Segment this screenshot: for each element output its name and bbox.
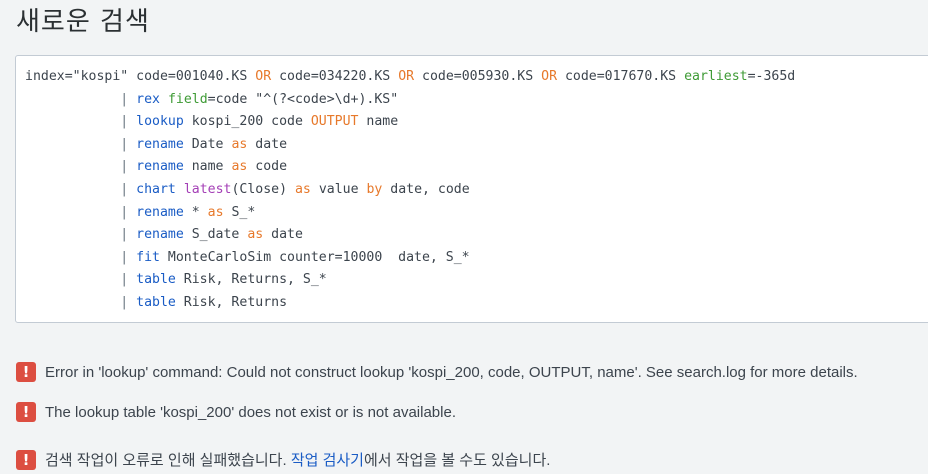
query-text: value <box>310 181 367 197</box>
query-text: Risk, Returns <box>175 294 288 310</box>
query-operator: OUTPUT <box>310 114 359 130</box>
query-text: code=017670.KS <box>557 69 685 84</box>
query-line: | rename name as code <box>25 156 928 179</box>
query-text: kospi_200 code <box>183 114 311 130</box>
query-line: | chart latest(Close) as value by date, … <box>25 179 928 202</box>
query-argument: earliest <box>684 69 748 84</box>
search-query-editor[interactable]: index="kospi" code=001040.KS OR code=034… <box>15 55 928 323</box>
query-pipe: | <box>25 91 137 107</box>
query-line: | table Risk, Returns, S_* <box>25 269 928 292</box>
error-message-search-failed: ! 검색 작업이 오류로 인해 실패했습니다. 작업 검사기에서 작업을 볼 수… <box>16 449 550 470</box>
query-text: S_date <box>183 227 248 243</box>
error-icon: ! <box>16 362 36 382</box>
query-pipe: | <box>25 159 137 175</box>
query-operator: as <box>247 227 264 243</box>
query-operator: as <box>231 159 248 175</box>
query-operator: OR <box>255 69 272 84</box>
query-pipe: | <box>25 249 137 265</box>
query-command: rename <box>136 159 184 175</box>
query-operator: as <box>231 136 248 152</box>
query-command: rex <box>136 91 160 107</box>
query-text <box>160 92 168 107</box>
query-text: =-365d <box>747 69 796 84</box>
query-command: lookup <box>136 114 184 130</box>
query-command: rename <box>136 227 184 243</box>
query-text: date <box>263 227 303 243</box>
query-argument: field <box>167 91 208 107</box>
query-text: name <box>183 159 232 175</box>
query-text: (Close) <box>231 181 295 197</box>
error-message-lookup-command: ! Error in 'lookup' command: Could not c… <box>16 362 858 382</box>
query-command: rename <box>136 204 184 220</box>
query-line: | fit MonteCarloSim counter=10000 date, … <box>25 247 928 270</box>
query-line: | rename Date as date <box>25 134 928 157</box>
query-pipe: | <box>25 272 137 288</box>
query-operator: as <box>207 204 224 220</box>
query-operator: OR <box>398 69 415 84</box>
query-line: | lookup kospi_200 code OUTPUT name <box>25 111 928 134</box>
query-command: chart <box>136 181 176 197</box>
query-text <box>176 182 184 197</box>
error-icon: ! <box>16 402 36 422</box>
query-line: | table Risk, Returns <box>25 292 928 315</box>
query-function: latest <box>183 181 232 197</box>
query-text: name <box>358 114 399 130</box>
error-message-lookup-table: ! The lookup table 'kospi_200' does not … <box>16 402 456 422</box>
query-pipe: | <box>25 204 137 220</box>
error-message-text: The lookup table 'kospi_200' does not ex… <box>45 403 456 421</box>
query-operator: by <box>366 181 383 197</box>
query-pipe: | <box>25 294 137 310</box>
query-text: Risk, Returns, S_* <box>175 272 327 288</box>
query-operator: as <box>294 181 311 197</box>
query-text: date, code <box>382 181 470 197</box>
query-command: table <box>136 294 176 310</box>
query-text: code <box>247 159 288 175</box>
query-line: index="kospi" code=001040.KS OR code=034… <box>25 66 928 89</box>
query-pipe: | <box>25 136 137 152</box>
error-message-text-before: 검색 작업이 오류로 인해 실패했습니다. <box>45 452 291 469</box>
query-command: table <box>136 272 176 288</box>
error-message-text: Error in 'lookup' command: Could not con… <box>45 363 858 381</box>
query-text: index="kospi" code=001040.KS <box>25 69 256 84</box>
job-inspector-link[interactable]: 작업 검사기 <box>291 452 364 469</box>
query-text: code=005930.KS <box>414 69 542 84</box>
query-text: * <box>183 204 208 220</box>
query-line: | rename S_date as date <box>25 224 928 247</box>
page-title: 새로운 검색 <box>16 7 150 37</box>
query-text: =code "^(?<code>\d+).KS" <box>207 91 399 107</box>
query-pipe: | <box>25 227 137 243</box>
query-operator: OR <box>541 69 558 84</box>
query-command: fit <box>136 249 160 265</box>
error-icon: ! <box>16 449 36 470</box>
query-text: MonteCarloSim counter=10000 date, S_* <box>159 249 470 265</box>
query-command: rename <box>136 136 184 152</box>
query-text: code=034220.KS <box>271 69 399 84</box>
query-text: S_* <box>223 204 256 220</box>
query-text: date <box>247 136 288 152</box>
query-line: | rex field=code "^(?<code>\d+).KS" <box>25 89 928 112</box>
query-pipe: | <box>25 181 137 197</box>
error-message-text-after: 에서 작업을 볼 수도 있습니다. <box>363 452 551 469</box>
query-pipe: | <box>25 114 137 130</box>
error-message-text: 검색 작업이 오류로 인해 실패했습니다. 작업 검사기에서 작업을 볼 수도 … <box>45 449 550 470</box>
query-text: Date <box>183 136 232 152</box>
query-line: | rename * as S_* <box>25 202 928 225</box>
